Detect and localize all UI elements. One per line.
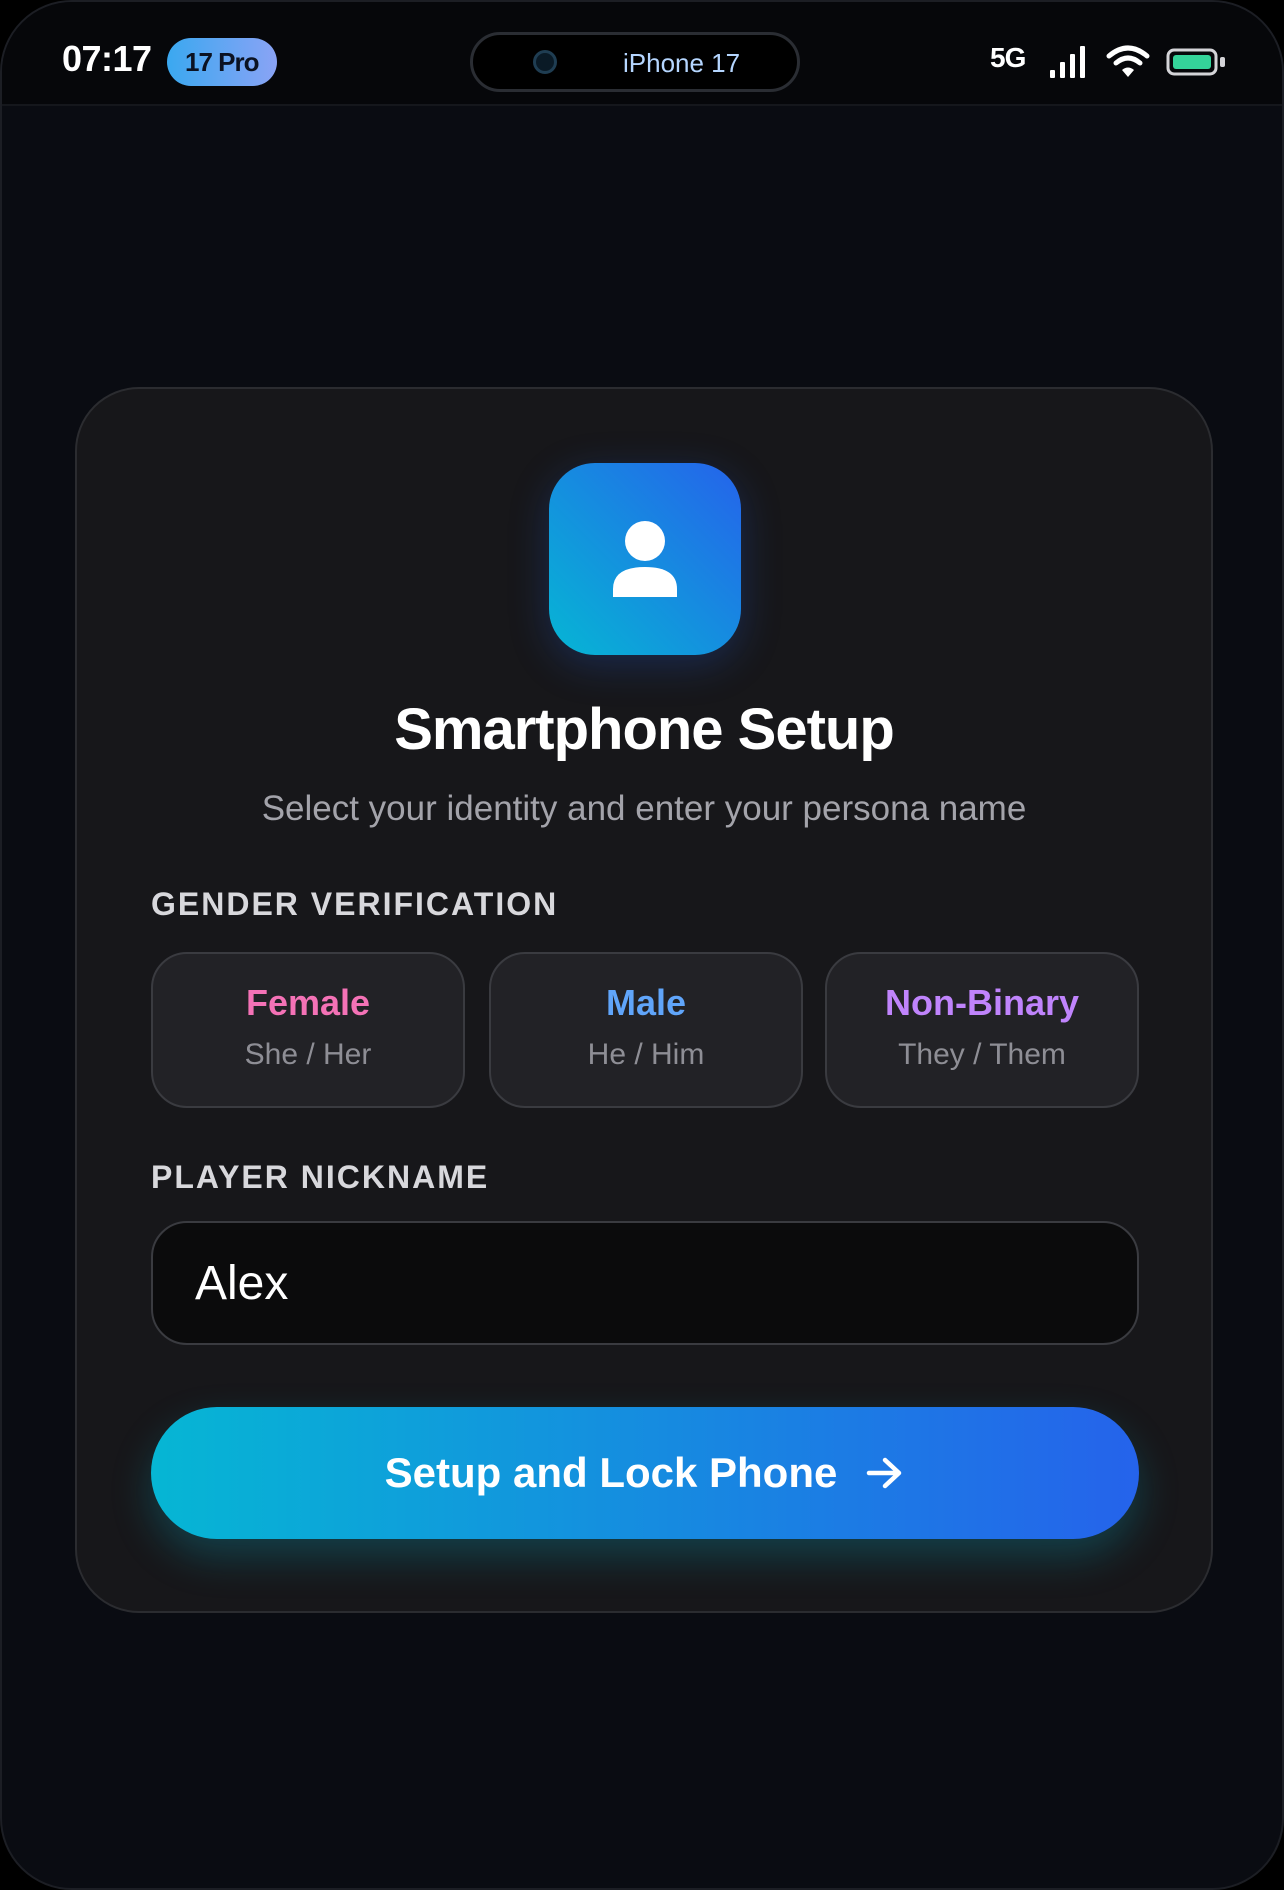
nickname-input[interactable] xyxy=(151,1221,1139,1345)
profile-app-icon xyxy=(549,463,741,655)
setup-lock-button[interactable]: Setup and Lock Phone xyxy=(151,1407,1139,1539)
arrow-right-icon xyxy=(867,1457,902,1489)
setup-card: Smartphone Setup Select your identity an… xyxy=(75,387,1213,1613)
dynamic-island: iPhone 17 xyxy=(470,32,800,92)
setup-subtitle: Select your identity and enter your pers… xyxy=(261,789,1027,828)
gender-pronoun-non-binary: They / Them xyxy=(898,1038,1066,1071)
gender-option-non-binary[interactable]: Non-Binary They / Them xyxy=(825,952,1139,1108)
status-time: 07:17 xyxy=(62,38,152,79)
gender-name-male: Male xyxy=(605,982,687,1023)
setup-title: Smartphone Setup xyxy=(394,697,895,762)
gender-option-male[interactable]: Male He / Him xyxy=(489,952,803,1108)
phone-screen: 07:17 17 Pro iPhone 17 5G Smartphone Set… xyxy=(0,0,1284,1890)
nickname-section-label: PLAYER NICKNAME xyxy=(151,1159,490,1195)
gender-section-label: GENDER VERIFICATION xyxy=(151,886,559,922)
gender-option-female[interactable]: Female She / Her xyxy=(151,952,465,1108)
gender-name-non-binary: Non-Binary xyxy=(884,982,1079,1023)
gender-name-female: Female xyxy=(245,982,371,1023)
gender-pronoun-male: He / Him xyxy=(587,1038,705,1071)
signal-icon xyxy=(1050,46,1085,78)
network-label: 5G xyxy=(990,42,1026,73)
model-badge: 17 Pro xyxy=(167,38,277,86)
setup-lock-button-label: Setup and Lock Phone xyxy=(384,1449,838,1496)
battery-icon xyxy=(1166,48,1225,76)
island-label: iPhone 17 xyxy=(623,48,741,78)
camera-icon xyxy=(533,50,557,74)
user-icon xyxy=(613,521,677,597)
gender-pronoun-female: She / Her xyxy=(244,1038,372,1071)
wifi-icon xyxy=(1106,45,1150,77)
status-bar: 07:17 17 Pro iPhone 17 5G xyxy=(2,2,1282,106)
